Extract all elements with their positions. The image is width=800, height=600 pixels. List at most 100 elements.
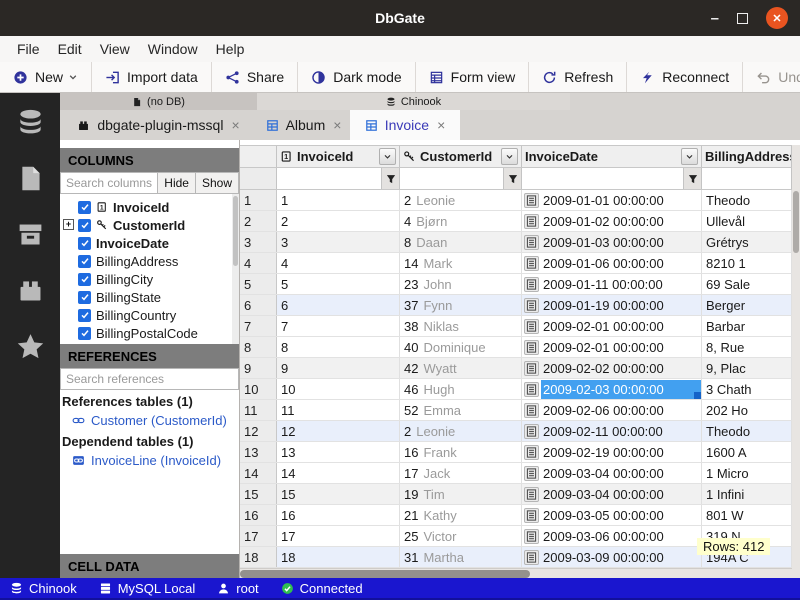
status-connection[interactable]: MySQL Local: [99, 581, 196, 596]
billing-address-cell[interactable]: 69 Sale: [702, 274, 792, 294]
share-button[interactable]: Share: [212, 62, 298, 92]
detail-icon[interactable]: [524, 319, 539, 334]
close-icon[interactable]: ×: [437, 117, 445, 133]
invoice-id-cell[interactable]: 17: [277, 526, 400, 546]
filter-input-billingaddress[interactable]: [702, 168, 791, 189]
plugin-icon[interactable]: [16, 276, 45, 305]
billing-address-cell[interactable]: 1 Infini: [702, 484, 792, 504]
detail-icon[interactable]: [524, 214, 539, 229]
dark-mode-button[interactable]: Dark mode: [298, 62, 415, 92]
status-user[interactable]: root: [217, 581, 258, 596]
column-list-item[interactable]: BillingCity: [60, 270, 239, 288]
column-checkbox[interactable]: [78, 273, 91, 286]
invoice-id-cell[interactable]: 6: [277, 295, 400, 315]
detail-icon[interactable]: [524, 466, 539, 481]
invoice-id-cell[interactable]: 11: [277, 400, 400, 420]
tab-dbgate-plugin-mssql[interactable]: dbgate-plugin-mssql ×: [60, 110, 257, 140]
column-header-invoiceid[interactable]: 1 InvoiceId: [277, 146, 400, 167]
import-data-button[interactable]: Import data: [92, 62, 212, 92]
invoice-id-cell[interactable]: 12: [277, 421, 400, 441]
billing-address-cell[interactable]: Ullevål: [702, 211, 792, 231]
invoice-date-cell[interactable]: 2009-02-06 00:00:00: [522, 400, 702, 420]
invoice-date-cell[interactable]: 2009-03-04 00:00:00: [522, 484, 702, 504]
customer-id-cell[interactable]: 40Dominique: [400, 337, 522, 357]
customer-id-cell[interactable]: 23John: [400, 274, 522, 294]
billing-address-cell[interactable]: 9, Plac: [702, 358, 792, 378]
billing-address-cell[interactable]: Grétrys: [702, 232, 792, 252]
column-list-item[interactable]: BillingCountry: [60, 306, 239, 324]
customer-id-cell[interactable]: 21Kathy: [400, 505, 522, 525]
billing-address-cell[interactable]: Theodo: [702, 421, 792, 441]
customer-id-cell[interactable]: 4Bjørn: [400, 211, 522, 231]
reconnect-button[interactable]: Reconnect: [627, 62, 743, 92]
customer-id-cell[interactable]: 25Victor: [400, 526, 522, 546]
customer-id-cell[interactable]: 8Daan: [400, 232, 522, 252]
customer-id-cell[interactable]: 31Martha: [400, 547, 522, 567]
search-references-input[interactable]: [60, 368, 239, 390]
invoice-id-cell[interactable]: 18: [277, 547, 400, 567]
column-header-customerid[interactable]: CustomerId: [400, 146, 522, 167]
detail-icon[interactable]: [524, 277, 539, 292]
customer-id-cell[interactable]: 16Frank: [400, 442, 522, 462]
billing-address-cell[interactable]: Barbar: [702, 316, 792, 336]
column-list-item[interactable]: 1InvoiceId: [60, 198, 239, 216]
customer-id-cell[interactable]: 19Tim: [400, 484, 522, 504]
column-checkbox[interactable]: [78, 219, 91, 232]
row-number-cell[interactable]: 14: [240, 463, 277, 483]
menu-help[interactable]: Help: [207, 39, 254, 59]
detail-icon[interactable]: [524, 298, 539, 313]
row-number-cell[interactable]: 5: [240, 274, 277, 294]
invoice-date-cell[interactable]: 2009-01-03 00:00:00: [522, 232, 702, 252]
archive-icon[interactable]: [16, 220, 45, 249]
invoice-date-cell[interactable]: 2009-01-11 00:00:00: [522, 274, 702, 294]
customer-id-cell[interactable]: 17Jack: [400, 463, 522, 483]
menu-view[interactable]: View: [91, 39, 139, 59]
invoice-id-cell[interactable]: 15: [277, 484, 400, 504]
close-icon[interactable]: ×: [333, 117, 341, 133]
invoice-id-cell[interactable]: 1: [277, 190, 400, 210]
horizontal-scrollbar[interactable]: [240, 568, 792, 578]
row-number-cell[interactable]: 4: [240, 253, 277, 273]
invoice-id-cell[interactable]: 5: [277, 274, 400, 294]
column-list-item[interactable]: BillingAddress: [60, 252, 239, 270]
customer-id-cell[interactable]: 2Leonie: [400, 421, 522, 441]
detail-icon[interactable]: [524, 256, 539, 271]
invoice-date-cell[interactable]: 2009-01-02 00:00:00: [522, 211, 702, 231]
detail-icon[interactable]: [524, 193, 539, 208]
detail-icon[interactable]: [524, 550, 539, 565]
row-number-cell[interactable]: 2: [240, 211, 277, 231]
columns-list-scrollbar-thumb[interactable]: [233, 196, 238, 266]
menu-edit[interactable]: Edit: [49, 39, 91, 59]
column-checkbox[interactable]: [78, 309, 91, 322]
invoice-id-cell[interactable]: 2: [277, 211, 400, 231]
tab-album[interactable]: Album ×: [257, 110, 350, 140]
invoice-date-cell[interactable]: 2009-03-04 00:00:00: [522, 463, 702, 483]
column-checkbox[interactable]: [78, 237, 91, 250]
row-number-cell[interactable]: 7: [240, 316, 277, 336]
column-header-invoicedate[interactable]: InvoiceDate: [522, 146, 702, 167]
billing-address-cell[interactable]: Berger: [702, 295, 792, 315]
column-list-item[interactable]: +CustomerId: [60, 216, 239, 234]
row-number-cell[interactable]: 3: [240, 232, 277, 252]
undo-button[interactable]: Undo: [743, 62, 800, 92]
invoice-id-cell[interactable]: 7: [277, 316, 400, 336]
customer-id-cell[interactable]: 2Leonie: [400, 190, 522, 210]
columns-list-scrollbar[interactable]: [232, 194, 239, 344]
customer-id-cell[interactable]: 52Emma: [400, 400, 522, 420]
billing-address-cell[interactable]: 3 Chath: [702, 379, 792, 399]
column-menu-button[interactable]: [379, 148, 396, 165]
invoice-date-cell[interactable]: 2009-03-09 00:00:00: [522, 547, 702, 567]
invoice-date-cell[interactable]: 2009-01-01 00:00:00: [522, 190, 702, 210]
billing-address-cell[interactable]: 1600 A: [702, 442, 792, 462]
detail-icon[interactable]: [524, 382, 539, 397]
refresh-button[interactable]: Refresh: [529, 62, 627, 92]
billing-address-cell[interactable]: 8210 1: [702, 253, 792, 273]
invoice-id-cell[interactable]: 8: [277, 337, 400, 357]
funnel-icon[interactable]: [683, 168, 701, 189]
detail-icon[interactable]: [524, 508, 539, 523]
search-columns-input[interactable]: [60, 172, 158, 194]
row-number-cell[interactable]: 13: [240, 442, 277, 462]
filter-input-invoiceid[interactable]: [277, 168, 381, 189]
column-list-item[interactable]: BillingState: [60, 288, 239, 306]
billing-address-cell[interactable]: 202 Ho: [702, 400, 792, 420]
